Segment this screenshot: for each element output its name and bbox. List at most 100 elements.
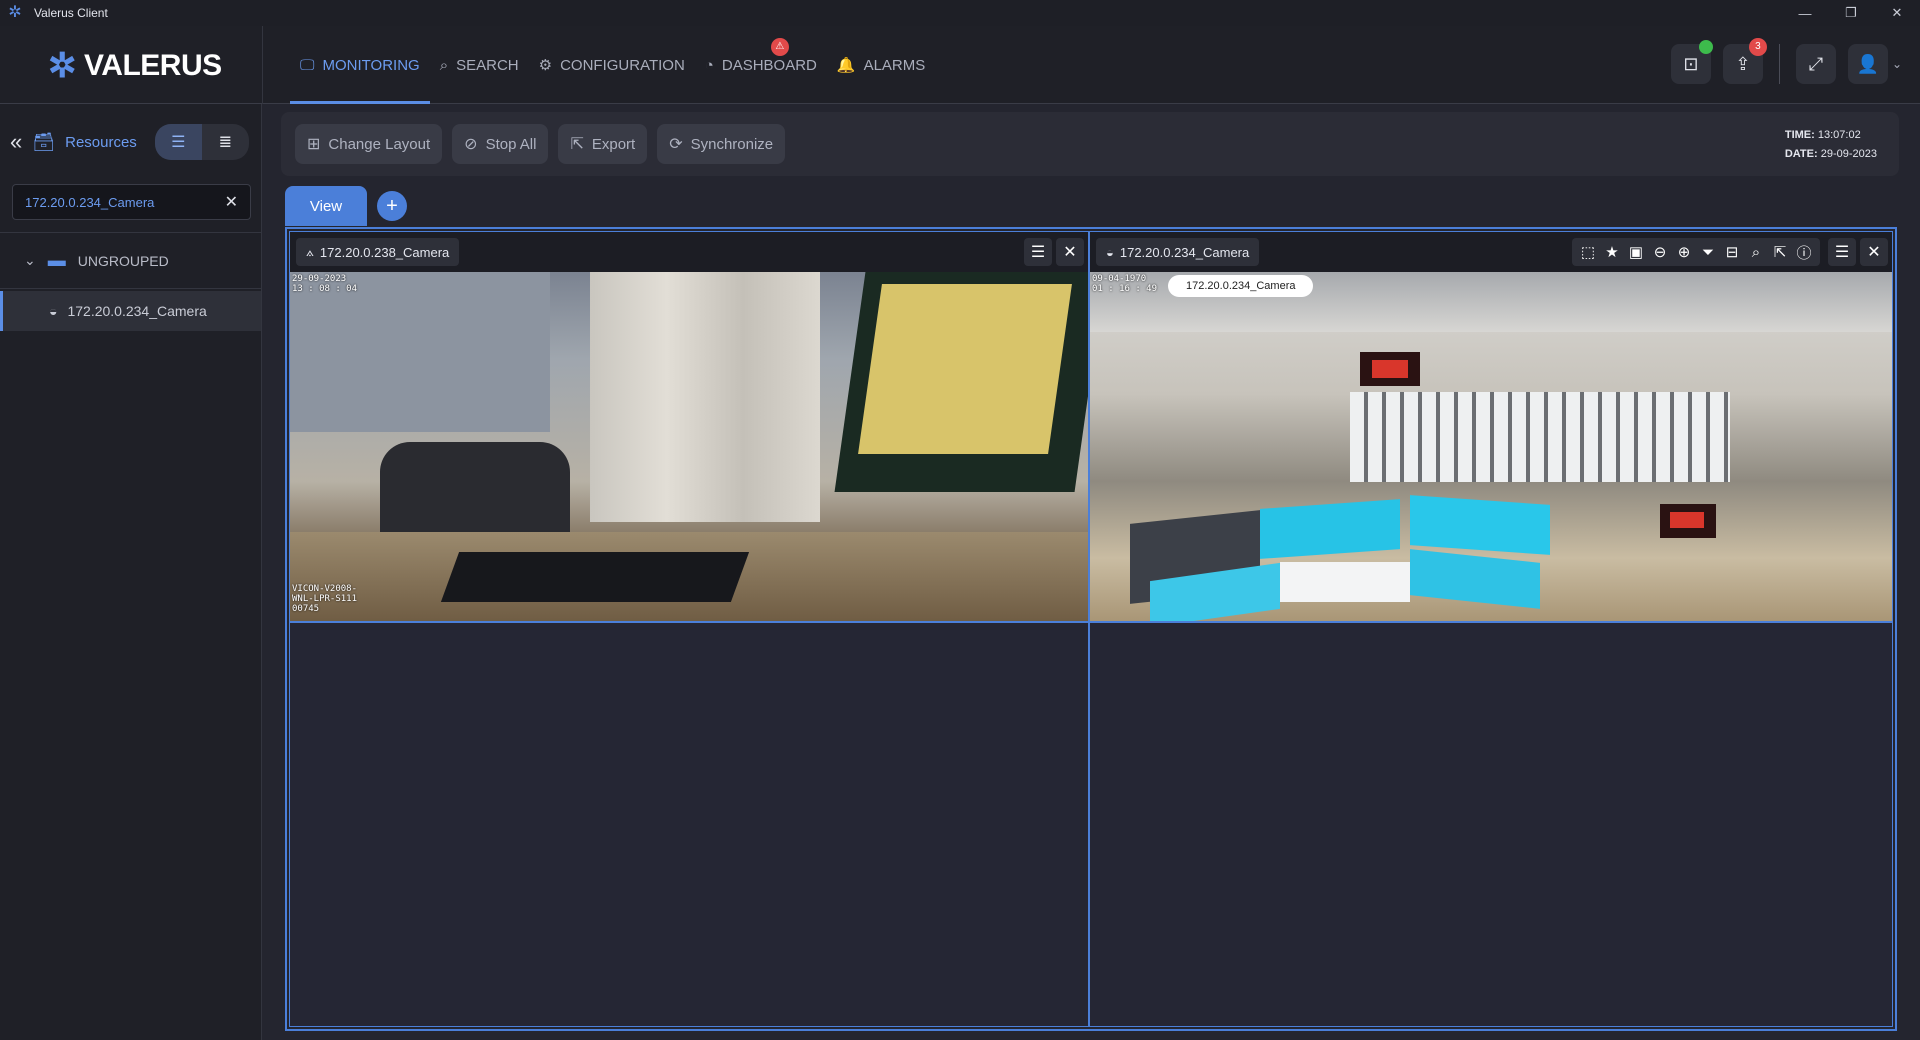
date-value: 29-09-2023 bbox=[1820, 148, 1877, 160]
dome-camera-icon: ◒ bbox=[49, 303, 58, 319]
minimize-icon[interactable]: — bbox=[1782, 0, 1828, 26]
empty-video-cell[interactable] bbox=[1089, 622, 1893, 1027]
export-button[interactable]: ⇱ Export bbox=[558, 124, 648, 164]
cell-menu-icon[interactable]: ☰ bbox=[1024, 238, 1052, 266]
stop-all-button[interactable]: ⊘ Stop All bbox=[452, 124, 549, 164]
nav-configuration[interactable]: ⚙ CONFIGURATION bbox=[529, 26, 695, 104]
sync-icon: ⟳ bbox=[669, 136, 683, 153]
divider bbox=[1778, 44, 1780, 84]
cell-header: ⟑ 172.20.0.238_Camera ☰ ✕ bbox=[290, 232, 1088, 272]
led-digits bbox=[1670, 512, 1704, 528]
synchronize-button[interactable]: ⟳ Synchronize bbox=[657, 124, 786, 164]
camera-name-tooltip: 172.20.0.234_Camera bbox=[1168, 275, 1314, 297]
monitor-screen bbox=[1260, 499, 1400, 559]
resources-title[interactable]: 🗃 Resources bbox=[32, 132, 137, 153]
video-cell[interactable]: ⟑ 172.20.0.238_Camera ☰ ✕ 29-09-2023 13 … bbox=[289, 231, 1089, 622]
screen-icon: ⊡ bbox=[1683, 53, 1699, 74]
grid-layout-icon: ⊞ bbox=[307, 136, 321, 153]
view-tabs: View + bbox=[285, 186, 407, 226]
clear-search-icon[interactable]: ✕ bbox=[225, 192, 238, 212]
close-window-icon[interactable]: ✕ bbox=[1874, 0, 1920, 26]
time-value: 13:07:02 bbox=[1817, 129, 1861, 141]
nav-label: CONFIGURATION bbox=[560, 56, 685, 74]
button-label: Export bbox=[591, 135, 636, 153]
user-avatar[interactable]: 👤 bbox=[1847, 44, 1888, 84]
restore-icon[interactable]: ❐ bbox=[1828, 0, 1874, 26]
top-navigation-bar: ✲ VALERUS 🖵 MONITORING ⌕ SEARCH ⚙ CONFIG… bbox=[0, 26, 1920, 104]
nav-label: SEARCH bbox=[456, 56, 519, 74]
video-feed[interactable]: 29-09-2023 13 : 08 : 04 VICON-V2008- WNL… bbox=[290, 272, 1088, 621]
nav-alarms[interactable]: 🔔 ALARMS bbox=[827, 26, 935, 104]
curtain bbox=[590, 272, 820, 522]
zoom-out-icon[interactable]: ⊖ bbox=[1650, 243, 1670, 261]
video-feed[interactable]: 09-04-1970 01 : 16 : 49 172.20.0.234_Cam… bbox=[1090, 272, 1892, 621]
monitoring-toolbar: ⊞ Change Layout ⊘ Stop All ⇱ Export ⟳ Sy… bbox=[281, 112, 1899, 176]
resource-search-box: ✕ bbox=[12, 184, 251, 220]
playback-icon[interactable]: ⊟ bbox=[1722, 243, 1742, 261]
snapshot-icon[interactable]: ▣ bbox=[1626, 243, 1646, 261]
collapse-sidebar-icon[interactable]: « bbox=[10, 129, 22, 155]
dome-camera-icon[interactable]: ⏷ bbox=[1698, 244, 1718, 261]
zoom-in-icon[interactable]: ⊕ bbox=[1674, 243, 1694, 261]
tree-view-icon[interactable]: ☰ bbox=[154, 124, 202, 160]
top-right-actions: ⊡ ⇪ 3 ⤢ 👤 ⌄ bbox=[1670, 38, 1902, 84]
group-ungrouped[interactable]: ⌄ ▬ UNGROUPED bbox=[0, 233, 261, 289]
nav-dashboard[interactable]: ◔ DASHBOARD ⚠ bbox=[695, 26, 827, 104]
digital-zoom-icon[interactable]: ⌕ bbox=[1746, 244, 1766, 261]
star-icon[interactable]: ★ bbox=[1602, 243, 1622, 261]
chevron-down-icon[interactable]: ⌄ bbox=[1892, 57, 1902, 71]
monitor-screen bbox=[1410, 549, 1540, 609]
resources-sidebar: « 🗃 Resources ☰ ≣ ✕ ⌄ ▬ UNGROUPED ◒ 172.… bbox=[0, 104, 262, 1040]
cell-controls: ☰ ✕ bbox=[1024, 238, 1084, 266]
add-tab-button[interactable]: + bbox=[377, 191, 407, 221]
nav-monitoring[interactable]: 🖵 MONITORING bbox=[290, 26, 430, 104]
valerus-logo-icon: ✲ bbox=[48, 47, 77, 85]
nav-search[interactable]: ⌕ SEARCH bbox=[430, 26, 529, 104]
empty-video-cell[interactable] bbox=[289, 622, 1089, 1027]
window-controls: — ❐ ✕ bbox=[1782, 0, 1920, 26]
camera-tag: ⟑ 172.20.0.238_Camera bbox=[296, 238, 460, 266]
window-blinds bbox=[1350, 392, 1730, 482]
button-label: Change Layout bbox=[328, 135, 431, 153]
notifications-button[interactable]: ⇪ 3 bbox=[1722, 38, 1767, 84]
change-layout-button[interactable]: ⊞ Change Layout bbox=[295, 124, 443, 164]
dashboard-icon: ◔ bbox=[704, 56, 714, 74]
user-icon: 👤 bbox=[1856, 53, 1880, 74]
brand-name: VALERUS bbox=[84, 49, 222, 82]
monitor-screen bbox=[1410, 495, 1550, 555]
button-label: Stop All bbox=[485, 135, 537, 153]
cell-controls: ⬚ ★ ▣ ⊖ ⊕ ⏷ ⊟ ⌕ ⇱ ⓘ ☰ ✕ bbox=[1572, 238, 1888, 266]
brand-logo: ✲ VALERUS bbox=[48, 46, 222, 86]
chevron-down-icon[interactable]: ⌄ bbox=[24, 252, 36, 269]
export-icon[interactable]: ⇱ bbox=[1770, 243, 1790, 261]
group-label: UNGROUPED bbox=[77, 252, 169, 269]
resources-header: « 🗃 Resources ☰ ≣ bbox=[0, 104, 261, 180]
resource-search-input[interactable] bbox=[25, 194, 225, 210]
cell-menu-icon[interactable]: ☰ bbox=[1828, 238, 1856, 266]
camera-label: 172.20.0.234_Camera bbox=[67, 303, 207, 319]
video-cell[interactable]: ◒ 172.20.0.234_Camera ⬚ ★ ▣ ⊖ ⊕ ⏷ ⊟ ⌕ ⇱ … bbox=[1089, 231, 1893, 622]
region-select-icon[interactable]: ⬚ bbox=[1578, 243, 1598, 261]
time-label: TIME: bbox=[1784, 129, 1815, 141]
main-nav: 🖵 MONITORING ⌕ SEARCH ⚙ CONFIGURATION ◔ … bbox=[290, 26, 935, 104]
close-cell-icon[interactable]: ✕ bbox=[1056, 238, 1084, 266]
user-menu[interactable]: 👤 ⌄ bbox=[1847, 44, 1902, 84]
video-action-bar: ⬚ ★ ▣ ⊖ ⊕ ⏷ ⊟ ⌕ ⇱ ⓘ bbox=[1572, 238, 1820, 266]
info-icon[interactable]: ⓘ bbox=[1794, 242, 1814, 263]
window-title: Valerus Client bbox=[34, 6, 108, 20]
app-logo-icon: ✲ bbox=[8, 4, 22, 21]
date-label: DATE: bbox=[1784, 148, 1818, 160]
osd-camera-info: VICON-V2008- WNL-LPR-S111 00745 bbox=[292, 584, 358, 614]
alarm-bell-icon: 🔔 bbox=[836, 57, 856, 74]
view-mode-toggle: ☰ ≣ bbox=[154, 124, 249, 160]
monitor-screen bbox=[858, 284, 1072, 454]
list-view-icon[interactable]: ≣ bbox=[202, 124, 249, 160]
dashboard-alert-badge: ⚠ bbox=[770, 38, 789, 56]
button-label: Synchronize bbox=[690, 135, 774, 153]
close-cell-icon[interactable]: ✕ bbox=[1860, 238, 1888, 266]
fullscreen-button[interactable]: ⤢ bbox=[1795, 44, 1836, 84]
camera-list-item[interactable]: ◒ 172.20.0.234_Camera bbox=[0, 291, 261, 331]
connection-status-button[interactable]: ⊡ bbox=[1670, 40, 1713, 84]
clock-display: TIME: 13:07:02 DATE: 29-09-2023 bbox=[1785, 126, 1877, 164]
tab-view[interactable]: View bbox=[285, 186, 367, 226]
